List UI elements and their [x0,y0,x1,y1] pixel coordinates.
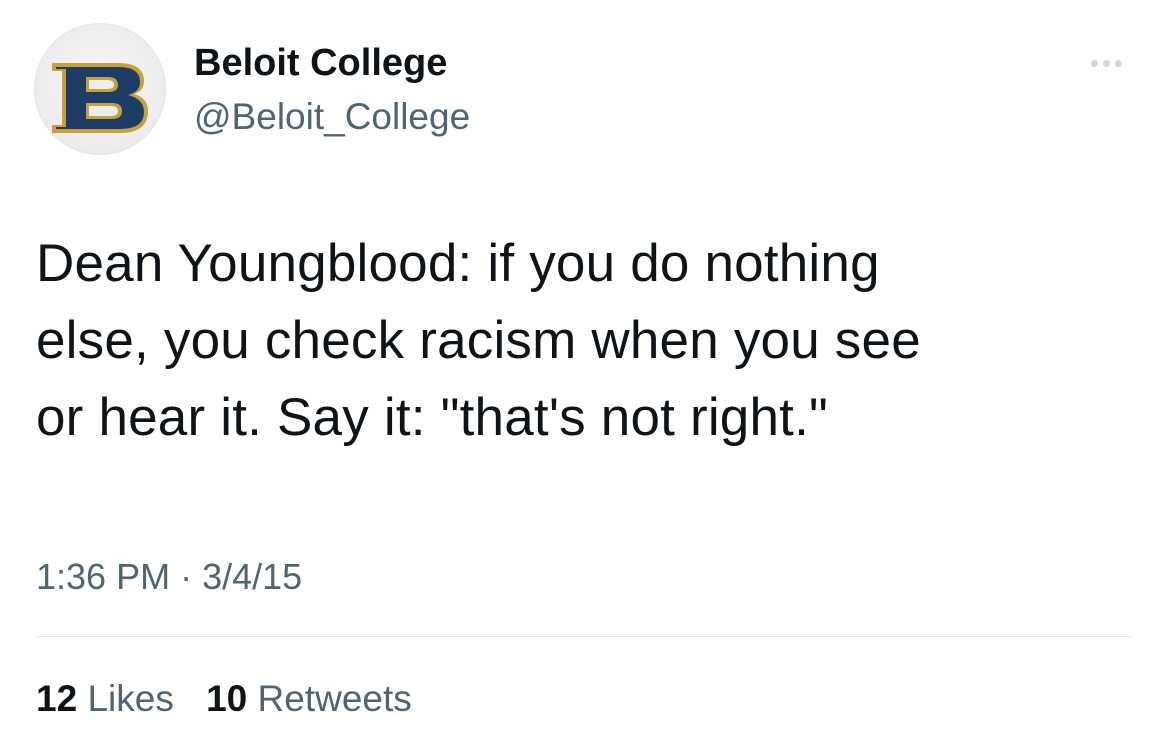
meta-separator: · [180,556,193,597]
user-handle[interactable]: @Beloit_College [194,94,470,140]
retweets-count: 10 [206,678,248,719]
tweet-timestamp: 1:36 PM · 3/4/15 [36,555,302,599]
tweet-card: Beloit College @Beloit_College Dean Youn… [0,0,1169,738]
more-dot [1090,59,1098,67]
likes-label: Likes [87,678,174,719]
avatar[interactable] [34,23,166,155]
likes-count: 12 [36,678,78,719]
tweet-stats: 12 Likes 10 Retweets [36,676,412,722]
tweet-time[interactable]: 1:36 PM [36,556,170,597]
more-dot [1114,59,1122,67]
retweets-label: Retweets [257,678,412,719]
tweet-text-line: else, you check racism when you see [36,311,921,370]
more-options-icon[interactable] [1080,50,1132,76]
likes-stat[interactable]: 12 Likes [36,676,174,722]
tweet-text: Dean Youngblood: if you do nothing else,… [36,225,1136,456]
beloit-b-logo-icon [52,63,148,133]
divider [36,636,1132,637]
retweets-stat[interactable]: 10 Retweets [206,676,412,722]
tweet-text-line: or hear it. Say it: "that's not right." [36,388,829,447]
tweet-date[interactable]: 3/4/15 [202,556,302,597]
more-dot [1102,59,1110,67]
tweet-text-line: Dean Youngblood: if you do nothing [36,234,880,293]
display-name[interactable]: Beloit College [194,40,447,86]
